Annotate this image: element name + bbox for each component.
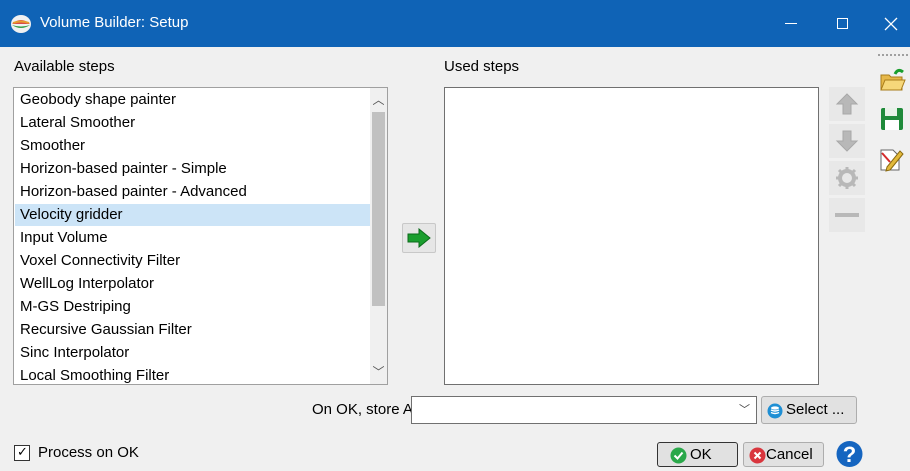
process-on-ok-label: Process on OK	[38, 444, 139, 461]
scroll-down-icon[interactable]: ﹀	[370, 362, 387, 382]
database-icon	[767, 403, 783, 419]
list-item[interactable]: M-GS Destriping	[15, 296, 370, 318]
open-folder-icon[interactable]	[878, 66, 906, 94]
move-up-button[interactable]	[829, 87, 865, 121]
checkmark-icon: ✓	[17, 444, 28, 459]
list-item-selected[interactable]: Velocity gridder	[15, 204, 370, 226]
minimize-icon	[785, 23, 797, 24]
help-glyph: ?	[843, 442, 856, 467]
minimize-button[interactable]	[768, 0, 814, 47]
app-logo-icon	[11, 15, 31, 33]
list-item[interactable]: Local Smoothing Filter	[15, 365, 370, 384]
store-as-combobox[interactable]: ﹀	[411, 396, 757, 424]
process-on-ok-checkbox[interactable]: ✓	[14, 444, 30, 461]
cancel-circle-icon	[749, 447, 766, 464]
list-item[interactable]: WellLog Interpolator	[15, 273, 370, 295]
cancel-button[interactable]: Cancel	[743, 442, 824, 467]
scroll-thumb[interactable]	[372, 112, 385, 306]
used-steps-list[interactable]	[444, 87, 819, 385]
store-as-label: On OK, store As	[312, 401, 421, 418]
chevron-down-icon[interactable]: ﹀	[739, 397, 750, 423]
maximize-button[interactable]	[820, 0, 866, 47]
check-circle-icon	[670, 447, 687, 464]
list-item[interactable]: Lateral Smoother	[15, 112, 370, 134]
available-steps-list[interactable]: Geobody shape painter Lateral Smoother S…	[13, 87, 388, 385]
list-item[interactable]: Geobody shape painter	[15, 89, 370, 111]
used-steps-label: Used steps	[444, 58, 520, 75]
list-item[interactable]: Smoother	[15, 135, 370, 157]
add-step-button[interactable]	[402, 223, 436, 253]
list-item[interactable]: Sinc Interpolator	[15, 342, 370, 364]
maximize-icon	[837, 18, 848, 29]
toolstrip	[874, 47, 910, 467]
list-item[interactable]: Horizon-based painter - Simple	[15, 158, 370, 180]
list-item[interactable]: Horizon-based painter - Advanced	[15, 181, 370, 203]
ok-button-label: OK	[690, 446, 712, 463]
ok-button[interactable]: OK	[657, 442, 738, 467]
properties-button[interactable]	[829, 161, 865, 195]
select-button[interactable]: Select ...	[761, 396, 857, 424]
move-down-button[interactable]	[829, 124, 865, 158]
toolstrip-grip	[878, 54, 908, 56]
green-arrow-right-icon	[407, 228, 431, 248]
gear-icon	[836, 167, 858, 189]
help-icon: ?	[836, 441, 863, 467]
list-item[interactable]: Voxel Connectivity Filter	[15, 250, 370, 272]
close-button[interactable]	[872, 0, 910, 47]
save-icon[interactable]	[878, 105, 906, 133]
close-icon	[884, 17, 898, 31]
cancel-button-label: Cancel	[766, 446, 813, 463]
edit-icon[interactable]	[878, 145, 906, 173]
available-steps-label: Available steps	[14, 58, 115, 75]
title-bar: Volume Builder: Setup	[0, 0, 910, 47]
help-button[interactable]: ?	[835, 440, 864, 467]
window-title: Volume Builder: Setup	[40, 14, 189, 31]
list-item[interactable]: Recursive Gaussian Filter	[15, 319, 370, 341]
arrow-down-icon	[835, 130, 859, 152]
scroll-up-icon[interactable]: ︿	[370, 90, 387, 110]
minus-icon	[835, 213, 859, 217]
remove-step-button[interactable]	[829, 198, 865, 232]
select-button-label: Select ...	[786, 401, 845, 418]
arrow-up-icon	[835, 93, 859, 115]
available-list-scrollbar[interactable]: ︿ ﹀	[370, 88, 387, 384]
list-item[interactable]: Input Volume	[15, 227, 370, 249]
